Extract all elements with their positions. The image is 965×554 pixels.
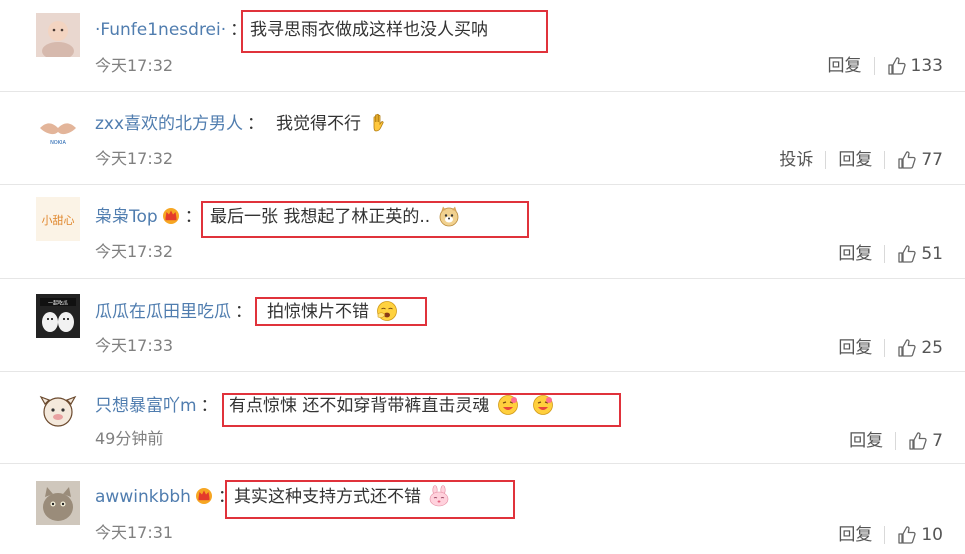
comment-time: 今天17:33 <box>95 336 174 355</box>
username-link[interactable]: zxx喜欢的北方男人 <box>95 114 243 134</box>
user-avatar[interactable] <box>36 388 80 432</box>
comment-header: ·Funfe1nesdrei·： <box>95 18 247 42</box>
thumbs-up-icon <box>897 244 917 264</box>
comment-actions: 回复 25 <box>838 336 943 360</box>
username-link[interactable]: awwinkbbh <box>95 487 191 507</box>
user-avatar[interactable] <box>36 481 80 525</box>
annotation-box <box>222 393 621 427</box>
user-avatar[interactable]: 一起吃瓜 <box>36 294 80 338</box>
username-link[interactable]: 只想暴富吖m <box>95 396 197 416</box>
divider <box>884 526 886 544</box>
comment-actions: 回复 7 <box>849 429 943 453</box>
annotation-box <box>225 480 515 519</box>
like-count: 7 <box>932 431 943 451</box>
comment-actions: 回复 10 <box>838 523 943 547</box>
divider <box>895 432 897 450</box>
divider <box>884 245 886 263</box>
comment-item: awwinkbbh： 其实这种支持方式还不错 今天17:31 回复 10 <box>0 463 965 554</box>
svg-text:小甜心: 小甜心 <box>42 214 75 227</box>
comment-text: 我觉得不行 <box>276 112 390 136</box>
user-avatar[interactable] <box>36 13 80 57</box>
reply-button[interactable]: 回复 <box>828 54 862 78</box>
annotation-box <box>201 201 529 238</box>
vip-crown-icon <box>161 205 181 225</box>
svg-text:NOKIA: NOKIA <box>50 140 66 146</box>
like-count: 10 <box>921 525 943 545</box>
colon: ： <box>235 302 252 322</box>
thumbs-up-icon <box>897 525 917 545</box>
comment-time: 今天17:31 <box>95 523 174 542</box>
comment-item: ·Funfe1nesdrei·： 我寻思雨衣做成这样也没人买呐 今天17:32 … <box>0 0 965 92</box>
thumbs-up-icon <box>897 150 917 170</box>
username-link[interactable]: 瓜瓜在瓜田里吃瓜 <box>95 302 231 322</box>
comment-time: 今天17:32 <box>95 242 174 261</box>
comment-actions: 回复 133 <box>828 54 943 78</box>
comment-text-body: 我觉得不行 <box>276 114 361 134</box>
divider <box>825 151 827 169</box>
comment-header: awwinkbbh： <box>95 485 235 509</box>
divider <box>884 339 886 357</box>
like-button[interactable]: 51 <box>897 242 943 266</box>
raised-hand-emoji <box>374 113 384 132</box>
comment-actions: 投诉 回复 77 <box>779 148 943 172</box>
reply-button[interactable]: 回复 <box>849 429 883 453</box>
like-button[interactable]: 77 <box>897 148 943 172</box>
comment-item: NOKIA zxx喜欢的北方男人： 我觉得不行 今天17:32 投诉 回复 77 <box>0 91 965 185</box>
comment-item: 只想暴富吖m： 有点惊悚 还不如穿背带裤直击灵魂 49分钟前 回复 7 <box>0 371 965 464</box>
like-count: 133 <box>910 56 943 76</box>
comment-time: 今天17:32 <box>95 149 174 168</box>
username-link[interactable]: ·Funfe1nesdrei· <box>95 20 226 40</box>
reply-button[interactable]: 回复 <box>838 148 872 172</box>
thumbs-up-icon <box>887 56 907 76</box>
user-avatar[interactable]: 小甜心 <box>36 197 80 241</box>
divider <box>873 57 875 75</box>
annotation-box <box>241 10 548 53</box>
vip-crown-icon <box>194 485 214 505</box>
comment-time: 今天17:32 <box>95 56 174 75</box>
report-button[interactable]: 投诉 <box>779 148 813 172</box>
like-button[interactable]: 25 <box>897 336 943 360</box>
annotation-box <box>255 297 427 326</box>
svg-text:一起吃瓜: 一起吃瓜 <box>48 300 68 307</box>
comment-item: 小甜心 枭枭Top： 最后一张 我想起了林正英的.. 今天17:32 回复 51 <box>0 184 965 279</box>
reply-button[interactable]: 回复 <box>838 336 872 360</box>
like-button[interactable]: 133 <box>887 54 943 78</box>
comment-header: 只想暴富吖m： <box>95 394 218 418</box>
thumbs-up-icon <box>908 431 928 451</box>
like-count: 77 <box>921 150 943 170</box>
comment-header: 枭枭Top ： <box>95 205 202 229</box>
colon: ： <box>247 114 265 134</box>
colon: ： <box>200 396 218 416</box>
like-count: 51 <box>921 244 943 264</box>
thumbs-up-icon <box>897 338 917 358</box>
user-avatar[interactable]: NOKIA <box>36 108 80 152</box>
comment-header: zxx喜欢的北方男人： <box>95 112 264 136</box>
divider <box>884 151 886 169</box>
comment-time: 49分钟前 <box>95 429 164 448</box>
like-button[interactable]: 7 <box>908 429 943 453</box>
like-button[interactable]: 10 <box>897 523 943 547</box>
username-link[interactable]: 枭枭Top <box>95 207 158 227</box>
reply-button[interactable]: 回复 <box>838 523 872 547</box>
like-count: 25 <box>921 338 943 358</box>
comment-header: 瓜瓜在瓜田里吃瓜： <box>95 300 252 324</box>
comment-actions: 回复 51 <box>838 242 943 266</box>
comment-item: 一起吃瓜 瓜瓜在瓜田里吃瓜： 拍惊悚片不错 今天17:33 回复 25 <box>0 278 965 372</box>
reply-button[interactable]: 回复 <box>838 242 872 266</box>
colon: ： <box>184 207 202 227</box>
